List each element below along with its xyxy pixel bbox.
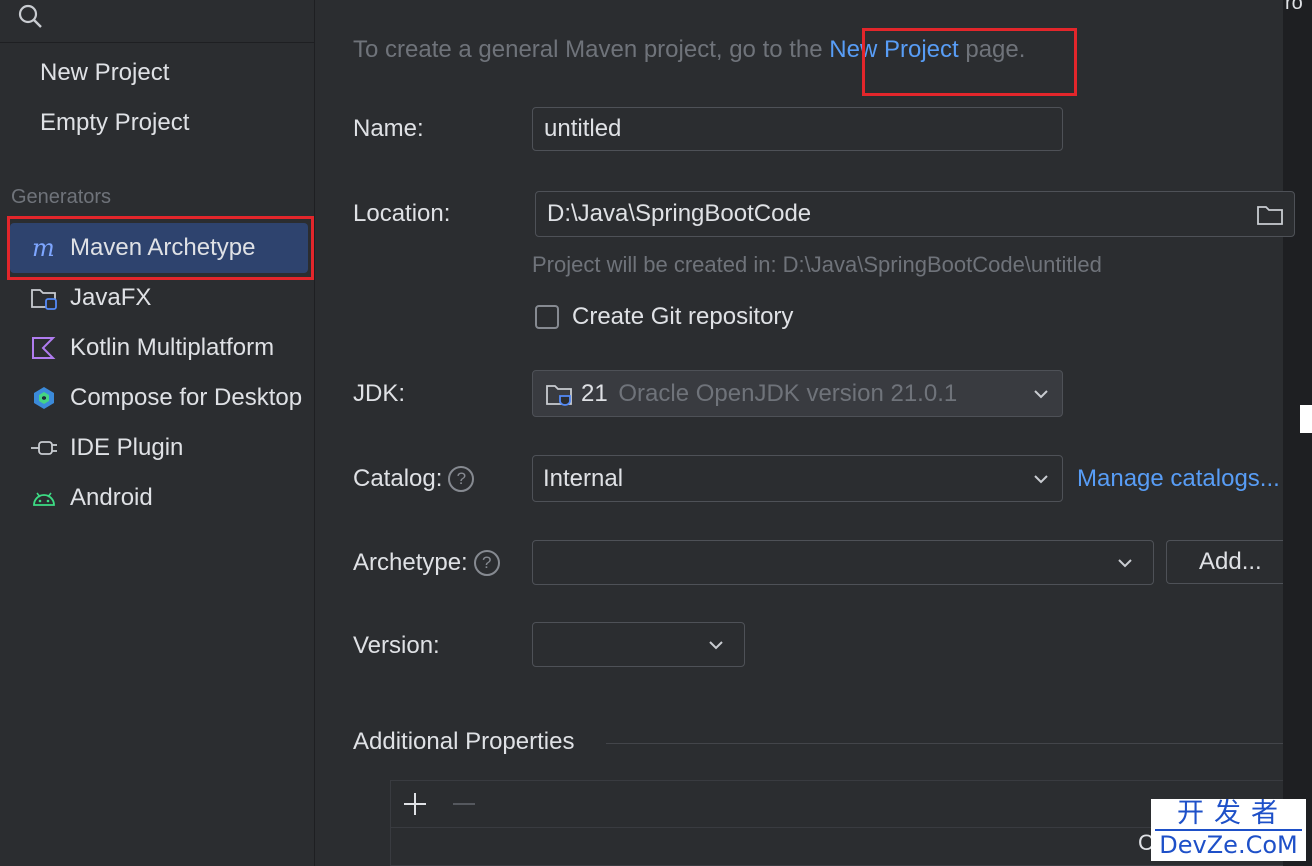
catalog-label-group: Catalog:?: [353, 465, 475, 493]
manage-catalogs-link[interactable]: Manage catalogs...: [1077, 465, 1280, 493]
chevron-down-icon: [1118, 558, 1132, 567]
jdk-label: JDK:: [353, 380, 406, 407]
help-icon[interactable]: ?: [473, 550, 500, 576]
sidebar-item-label: Compose for Desktop: [70, 384, 303, 411]
sidebar: New Project Empty Project Generators m M…: [0, 0, 315, 866]
location-value: D:\Java\SpringBootCode: [547, 200, 812, 227]
help-icon[interactable]: ?: [448, 466, 475, 492]
sidebar-item-kotlin-multiplatform[interactable]: Kotlin Multiplatform: [10, 323, 310, 373]
sidebar-item-label: JavaFX: [70, 284, 152, 311]
sidebar-item-label: Android: [70, 484, 153, 511]
location-label: Location:: [353, 200, 451, 227]
jdk-name: Oracle OpenJDK version 21.0.1: [618, 380, 958, 407]
name-input[interactable]: untitled: [532, 107, 1063, 151]
plugin-icon: [31, 441, 57, 455]
sidebar-search[interactable]: [0, 0, 314, 43]
minus-icon: [453, 803, 475, 805]
name-label: Name:: [353, 115, 424, 142]
watermark-cn: 开发者: [1177, 799, 1288, 829]
version-select[interactable]: [532, 622, 745, 667]
sidebar-group-label: Generators: [11, 186, 112, 208]
plus-icon[interactable]: [402, 791, 428, 817]
sidebar-item-label: Kotlin Multiplatform: [70, 334, 275, 361]
info-prefix: To create a general Maven project, go to…: [353, 36, 830, 63]
archetype-select[interactable]: [532, 540, 1154, 585]
catalog-select[interactable]: Internal: [532, 455, 1063, 502]
sidebar-item-new-project[interactable]: New Project: [10, 48, 310, 98]
window-edge-text: ro: [1285, 0, 1303, 14]
sidebar-item-label: IDE Plugin: [70, 434, 184, 461]
sidebar-item-compose-desktop[interactable]: Compose for Desktop: [10, 373, 310, 423]
jdk-folder-icon: [546, 385, 572, 406]
archetype-label-group: Archetype:?: [353, 549, 500, 577]
sidebar-item-label: New Project: [40, 59, 170, 86]
archetype-label: Archetype:: [353, 549, 468, 576]
folder-icon[interactable]: [1256, 204, 1284, 226]
jdk-select[interactable]: 21 Oracle OpenJDK version 21.0.1: [532, 370, 1063, 417]
javafx-folder-icon: [31, 289, 57, 310]
scrollbar-thumb[interactable]: [1300, 405, 1312, 433]
location-hint: Project will be created in: D:\Java\Spri…: [532, 252, 1102, 277]
sidebar-item-empty-project[interactable]: Empty Project: [10, 98, 310, 148]
watermark-logo: 开发者 DevZe.CoM: [1151, 799, 1306, 861]
chevron-down-icon: [1034, 474, 1048, 483]
git-checkbox[interactable]: [535, 305, 559, 329]
version-label: Version:: [353, 632, 440, 659]
kotlin-icon: [32, 337, 56, 359]
chevron-down-icon: [1034, 389, 1048, 398]
sidebar-item-javafx[interactable]: JavaFX: [10, 273, 310, 323]
git-checkbox-label[interactable]: Create Git repository: [572, 303, 793, 331]
watermark-en: DevZe.CoM: [1155, 829, 1302, 859]
additional-properties-title: Additional Properties: [353, 728, 575, 755]
catalog-label: Catalog:: [353, 465, 443, 492]
section-divider: [606, 743, 1283, 744]
catalog-value: Internal: [543, 465, 624, 492]
android-icon: [33, 492, 55, 506]
jdk-number: 21: [581, 380, 608, 407]
highlight-box-link: [862, 28, 1077, 96]
right-edge-strip: [1283, 0, 1312, 866]
chevron-down-icon: [709, 640, 723, 649]
sidebar-item-ide-plugin[interactable]: IDE Plugin: [10, 423, 310, 473]
location-input[interactable]: D:\Java\SpringBootCode: [535, 191, 1295, 237]
search-icon: [18, 4, 42, 28]
sidebar-item-label: Empty Project: [40, 109, 190, 136]
sidebar-item-android[interactable]: Android: [10, 473, 310, 523]
add-archetype-button[interactable]: Add...: [1166, 540, 1283, 584]
highlight-box-maven: [7, 216, 314, 280]
compose-icon: [34, 387, 54, 409]
